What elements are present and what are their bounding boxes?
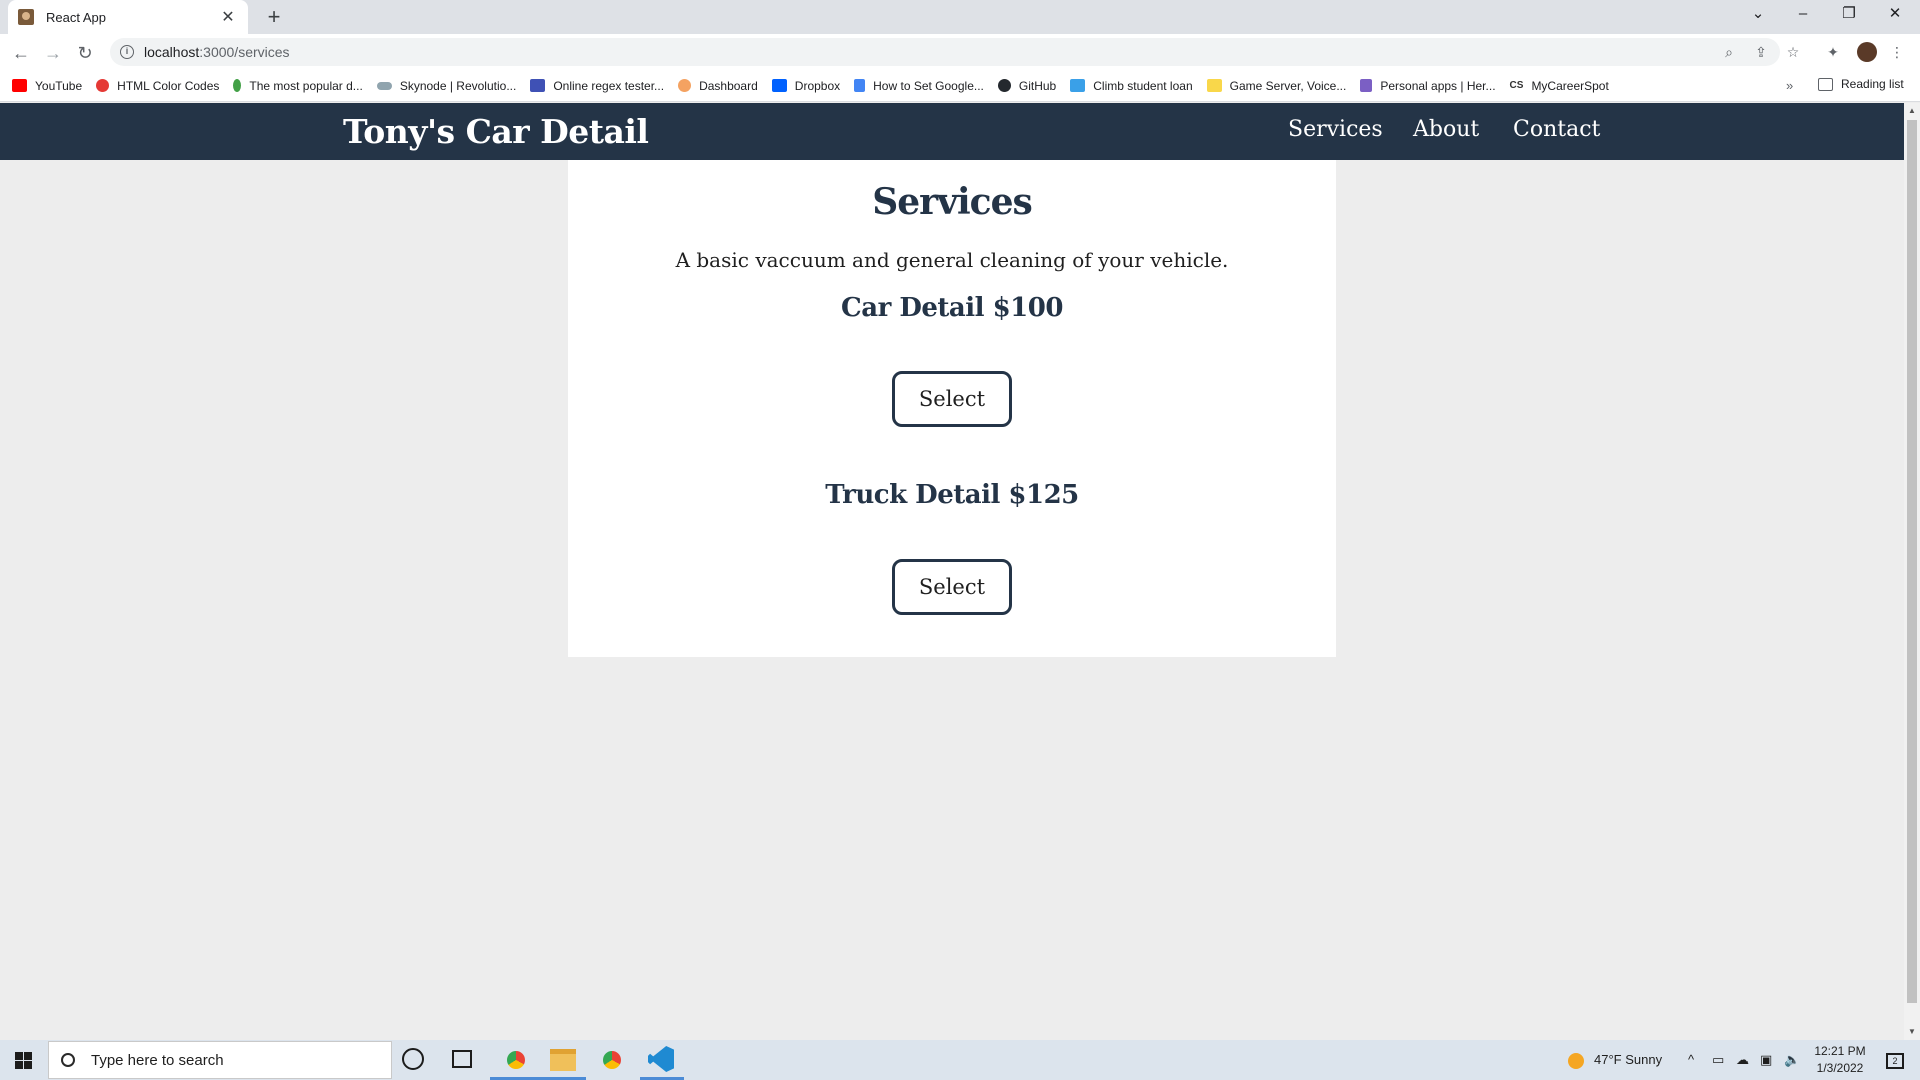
windows-start-icon[interactable]: [0, 1040, 46, 1080]
tab-title: React App: [46, 9, 106, 25]
bookmark-most-popular[interactable]: The most popular d...: [233, 79, 363, 93]
extensions-puzzle-icon[interactable]: ✦: [1823, 42, 1843, 62]
reload-icon[interactable]: ↻: [72, 40, 98, 66]
address-bar[interactable]: i localhost:3000/services: [110, 38, 1780, 66]
notification-count-badge: 2: [1886, 1052, 1904, 1069]
nav-link-about[interactable]: About: [1413, 117, 1479, 142]
youtube-icon: [12, 79, 27, 92]
bookmarks-bar: YouTube HTML Color Codes The most popula…: [0, 70, 1920, 102]
bookmark-html-color-codes[interactable]: HTML Color Codes: [96, 79, 219, 93]
url-text: localhost:3000/services: [144, 44, 290, 60]
page-scrollbar[interactable]: ▲ ▼: [1904, 103, 1920, 1040]
onedrive-icon[interactable]: ☁: [1736, 1040, 1749, 1080]
reading-list-button[interactable]: Reading list: [1818, 77, 1904, 91]
bookmark-climb-student-loan[interactable]: Climb student loan: [1070, 79, 1193, 93]
services-card: Services A basic vaccuum and general cle…: [568, 160, 1336, 657]
service-description: A basic vaccuum and general cleaning of …: [675, 248, 1229, 272]
github-icon: [997, 79, 1011, 92]
chrome-menu-icon[interactable]: ⋮: [1887, 42, 1907, 62]
browser-tab[interactable]: React App ✕: [8, 0, 248, 34]
bookmark-dropbox[interactable]: Dropbox: [771, 79, 840, 93]
nav-link-services[interactable]: Services: [1288, 117, 1383, 142]
cs-icon: CS: [1509, 80, 1524, 91]
heroku-icon: [1360, 79, 1373, 92]
html-color-codes-icon: [96, 79, 110, 92]
task-view-icon[interactable]: [452, 1050, 472, 1068]
zoom-icon[interactable]: ⌕: [1719, 42, 1739, 62]
new-tab-button[interactable]: +: [260, 4, 288, 30]
select-truck-detail-button[interactable]: Select: [892, 559, 1012, 615]
tab-search-icon[interactable]: ⌄: [1735, 0, 1781, 30]
file-explorer-icon[interactable]: [550, 1049, 576, 1071]
share-icon[interactable]: ⇪: [1751, 42, 1771, 62]
bookmark-heroku[interactable]: Personal apps | Her...: [1360, 79, 1496, 93]
clock-date: 1/3/2022: [1816, 1061, 1864, 1075]
square-icon: [1206, 79, 1222, 92]
car-detail-price: Car Detail $100: [841, 293, 1063, 323]
page-viewport: Tony's Car Detail Services About Contact…: [0, 103, 1904, 1040]
bookmark-github[interactable]: GitHub: [997, 79, 1056, 93]
close-window-button[interactable]: ✕: [1872, 0, 1918, 30]
site-info-icon[interactable]: i: [120, 45, 134, 59]
dashboard-icon: [678, 79, 692, 92]
volume-icon[interactable]: 🔈: [1784, 1040, 1800, 1080]
site-logo[interactable]: Tony's Car Detail: [343, 112, 649, 151]
scrollbar-thumb[interactable]: [1907, 120, 1917, 1003]
cloud-icon: [376, 81, 392, 90]
scroll-up-icon[interactable]: ▲: [1907, 106, 1917, 115]
scroll-down-icon[interactable]: ▼: [1907, 1027, 1917, 1036]
sun-icon: [1568, 1052, 1584, 1069]
cortana-icon[interactable]: [402, 1048, 424, 1070]
reading-list-icon: [1818, 77, 1833, 91]
profile-avatar[interactable]: [1857, 42, 1877, 62]
search-icon: [61, 1053, 75, 1067]
chrome-profile-icon[interactable]: [502, 1046, 530, 1074]
bookmark-star-icon[interactable]: ☆: [1783, 42, 1803, 62]
bookmark-google-howto[interactable]: How to Set Google...: [854, 79, 984, 93]
google-docs-icon: [854, 79, 866, 92]
back-arrow-icon[interactable]: ←: [8, 40, 34, 66]
browser-tabstrip: React App ✕ + ⌄ – ❐ ✕: [0, 0, 1920, 34]
react-app-favicon-icon: [18, 9, 34, 25]
notification-center-icon[interactable]: 2: [1880, 1040, 1910, 1080]
show-hidden-icons-icon[interactable]: ^: [1688, 1040, 1694, 1080]
close-tab-icon[interactable]: ✕: [218, 7, 238, 27]
vscode-icon[interactable]: [648, 1046, 674, 1072]
bookmark-youtube[interactable]: YouTube: [12, 79, 82, 93]
network-icon[interactable]: ▣: [1760, 1040, 1772, 1080]
minimize-button[interactable]: –: [1780, 0, 1826, 30]
search-placeholder: Type here to search: [91, 1051, 224, 1069]
more-bookmarks-icon[interactable]: »: [1786, 78, 1793, 93]
weather-widget[interactable]: 47°F Sunny: [1568, 1040, 1662, 1080]
nav-link-contact[interactable]: Contact: [1513, 117, 1600, 142]
windows-taskbar: Type here to search 47°F Sunny ^ ▭ ☁ ▣ 🔈…: [0, 1040, 1920, 1080]
meet-now-icon[interactable]: ▭: [1712, 1040, 1724, 1080]
square-icon: [1070, 79, 1086, 92]
select-car-detail-button[interactable]: Select: [892, 371, 1012, 427]
bookmark-skynode[interactable]: Skynode | Revolutio...: [376, 79, 516, 93]
bookmark-regex-tester[interactable]: Online regex tester...: [530, 79, 664, 93]
bookmark-game-server[interactable]: Game Server, Voice...: [1206, 79, 1346, 93]
taskbar-search-box[interactable]: Type here to search: [48, 1041, 392, 1079]
page-title: Services: [872, 181, 1033, 223]
clock-time: 12:21 PM: [1814, 1044, 1866, 1058]
forward-arrow-icon[interactable]: →: [40, 40, 66, 66]
browser-toolbar: ← → ↻ i localhost:3000/services ⌕ ⇪ ☆ ✦ …: [0, 34, 1920, 70]
bookmark-mycareerspot[interactable]: CS MyCareerSpot: [1510, 79, 1609, 93]
leaf-icon: [233, 79, 242, 92]
regex-icon: [530, 79, 546, 92]
truck-detail-price: Truck Detail $125: [825, 480, 1079, 510]
site-navbar: Tony's Car Detail Services About Contact: [0, 103, 1904, 160]
dropbox-icon: [771, 79, 787, 92]
restore-button[interactable]: ❐: [1826, 0, 1872, 30]
chrome-icon[interactable]: [598, 1046, 626, 1074]
bookmark-dashboard[interactable]: Dashboard: [678, 79, 758, 93]
taskbar-clock[interactable]: 12:21 PM 1/3/2022: [1808, 1043, 1872, 1077]
